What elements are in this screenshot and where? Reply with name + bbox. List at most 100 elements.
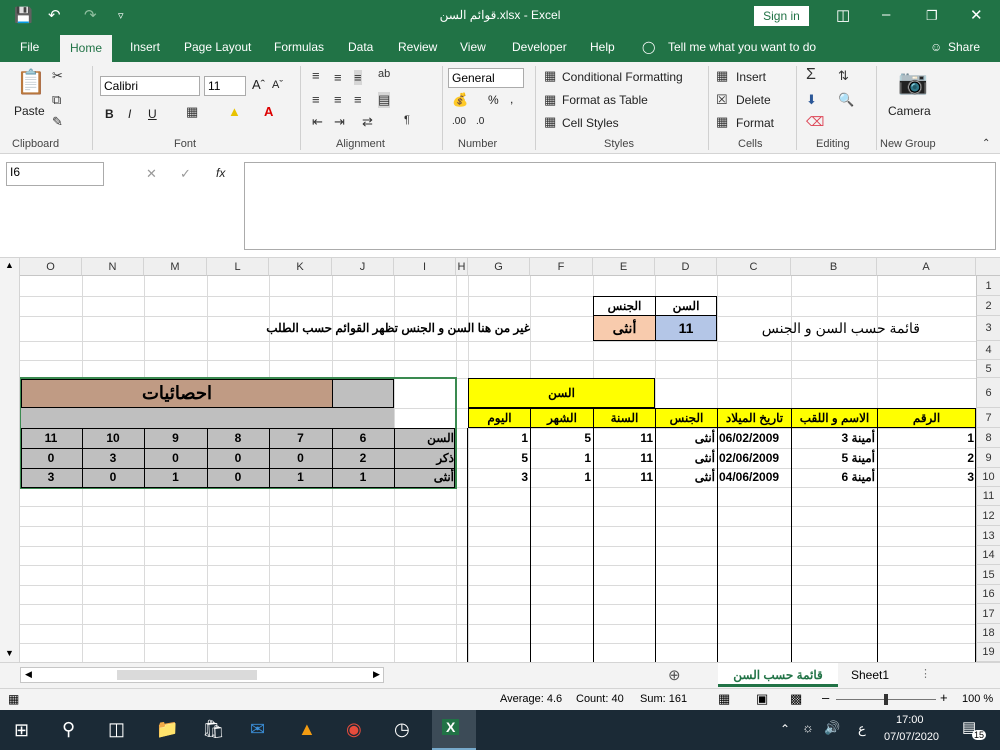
clock-date[interactable]: 07/07/2020 [884, 731, 939, 743]
network-icon[interactable]: ☼ [802, 720, 814, 735]
insert-function-button[interactable]: fx [216, 166, 225, 180]
font-color-icon[interactable]: A [264, 104, 273, 119]
tab-page-layout[interactable]: Page Layout [184, 40, 251, 54]
number-format-select[interactable]: General [448, 68, 524, 88]
table-cell[interactable]: أنثى [657, 468, 715, 487]
row-header[interactable]: 2 [976, 296, 1000, 316]
fill-icon[interactable]: ⬇ [806, 92, 817, 108]
zoom-slider-thumb[interactable] [884, 694, 888, 705]
task-view-icon[interactable]: ◫ [108, 719, 125, 740]
table-cell[interactable]: 1 [532, 448, 591, 468]
row-header[interactable]: 17 [976, 604, 1000, 624]
formula-input[interactable] [244, 162, 996, 250]
stats-cell[interactable]: 0 [209, 448, 267, 468]
tab-data[interactable]: Data [348, 40, 373, 54]
decrease-font-icon[interactable]: Aˇ [272, 79, 283, 91]
scroll-down-icon[interactable]: ▼ [5, 648, 14, 658]
restore-icon[interactable]: ❐ [926, 8, 938, 24]
tab-help[interactable]: Help [590, 40, 615, 54]
orientation-icon[interactable]: ab [378, 68, 390, 80]
zoom-in-icon[interactable]: + [940, 690, 948, 705]
sheet-tab-sheet1[interactable]: Sheet1 [840, 663, 900, 687]
borders-icon[interactable]: ▦ [186, 104, 198, 120]
table-cell[interactable]: 5 [470, 448, 528, 468]
table-cell[interactable]: 11 [595, 468, 653, 487]
page-break-view-icon[interactable]: ▩ [790, 691, 802, 707]
column-header-e[interactable]: E [593, 258, 655, 276]
stats-cell[interactable]: 0 [271, 448, 330, 468]
format-cells-button[interactable]: Format [736, 116, 774, 130]
stats-cell[interactable]: 1 [334, 468, 392, 487]
align-center-icon[interactable]: ≡ [334, 92, 342, 107]
table-cell[interactable]: 1 [880, 428, 974, 448]
percent-button[interactable]: % [488, 93, 499, 107]
column-header-j[interactable]: J [332, 258, 394, 276]
row-header[interactable]: 7 [976, 408, 1000, 428]
table-cell[interactable]: 3 [470, 468, 528, 487]
stats-cell[interactable]: 10 [84, 428, 142, 448]
table-cell[interactable]: أنثى [657, 428, 715, 448]
normal-view-icon[interactable]: ▦ [718, 691, 730, 707]
row-header[interactable]: 18 [976, 624, 1000, 643]
camera-button[interactable]: Camera [888, 104, 931, 118]
row-header[interactable]: 13 [976, 526, 1000, 546]
decrease-indent-icon[interactable]: ⇤ [312, 114, 323, 130]
collapse-ribbon-icon[interactable]: ⌃ [982, 138, 990, 149]
tab-developer[interactable]: Developer [512, 40, 567, 54]
close-icon[interactable]: ✕ [970, 6, 983, 24]
clear-icon[interactable]: ⌫ [806, 114, 824, 130]
scroll-up-icon[interactable]: ▲ [5, 260, 14, 270]
row-header[interactable]: 15 [976, 565, 1000, 585]
row-header[interactable]: 6 [976, 378, 1000, 408]
file-explorer-icon[interactable]: 📁 [156, 719, 178, 740]
table-cell[interactable]: 2 [880, 448, 974, 468]
age-input-cell[interactable]: 11 [655, 315, 717, 341]
stats-cell[interactable]: 3 [84, 448, 142, 468]
tab-insert[interactable]: Insert [130, 40, 160, 54]
tab-review[interactable]: Review [398, 40, 437, 54]
stats-cell[interactable]: 8 [209, 428, 267, 448]
table-cell[interactable]: 02/06/2009 [719, 448, 789, 468]
stats-cell[interactable]: 0 [209, 468, 267, 487]
excel-taskbar-button[interactable]: X [432, 710, 476, 750]
row-header[interactable]: 9 [976, 448, 1000, 468]
autosum-icon[interactable]: Σ [806, 66, 816, 84]
scroll-right-icon[interactable]: ▶ [373, 669, 380, 680]
format-painter-icon[interactable]: ✎ [52, 114, 63, 130]
merge-center-icon[interactable]: ▤ [378, 92, 391, 108]
tab-home[interactable]: Home [60, 35, 113, 62]
horizontal-scrollbar[interactable]: ◀ ▶ [20, 667, 384, 683]
paste-icon[interactable]: 📋 [16, 68, 46, 97]
camera-icon[interactable]: 📷 [898, 68, 928, 97]
font-name-select[interactable]: Calibri [100, 76, 200, 96]
table-cell[interactable]: أمينة 3 [793, 428, 875, 448]
search-icon[interactable]: ⚲ [62, 719, 75, 740]
table-cell[interactable]: 04/06/2009 [719, 468, 789, 487]
row-header[interactable]: 3 [976, 316, 1000, 341]
underline-button[interactable]: U [148, 107, 157, 121]
increase-indent-icon[interactable]: ⇥ [334, 114, 345, 130]
clock-time[interactable]: 17:00 [896, 714, 924, 726]
table-cell[interactable]: أنثى [657, 448, 715, 468]
windows-start-icon[interactable]: ⊞ [14, 720, 29, 741]
column-header-k[interactable]: K [269, 258, 332, 276]
zoom-level[interactable]: 100 % [962, 693, 993, 705]
new-sheet-icon[interactable]: ⊕ [668, 666, 681, 684]
tab-view[interactable]: View [460, 40, 486, 54]
stats-cell[interactable]: 0 [146, 448, 205, 468]
row-header[interactable]: 14 [976, 546, 1000, 565]
align-top-icon[interactable]: ≡ [312, 68, 320, 83]
table-cell[interactable]: 06/02/2009 [719, 428, 789, 448]
column-header-g[interactable]: G [468, 258, 530, 276]
stats-cell[interactable]: 1 [271, 468, 330, 487]
row-header[interactable]: 8 [976, 428, 1000, 448]
column-header-a[interactable]: A [877, 258, 976, 276]
table-cell[interactable]: 3 [880, 468, 974, 487]
table-cell[interactable]: أمينة 5 [793, 448, 875, 468]
scroll-thumb[interactable] [117, 670, 257, 680]
cancel-icon[interactable]: ✕ [146, 166, 157, 182]
fill-color-icon[interactable]: ▲ [228, 104, 241, 119]
font-size-select[interactable]: 11 [204, 76, 246, 96]
paste-button[interactable]: Paste [14, 104, 45, 118]
cell-styles-button[interactable]: Cell Styles [562, 116, 619, 130]
